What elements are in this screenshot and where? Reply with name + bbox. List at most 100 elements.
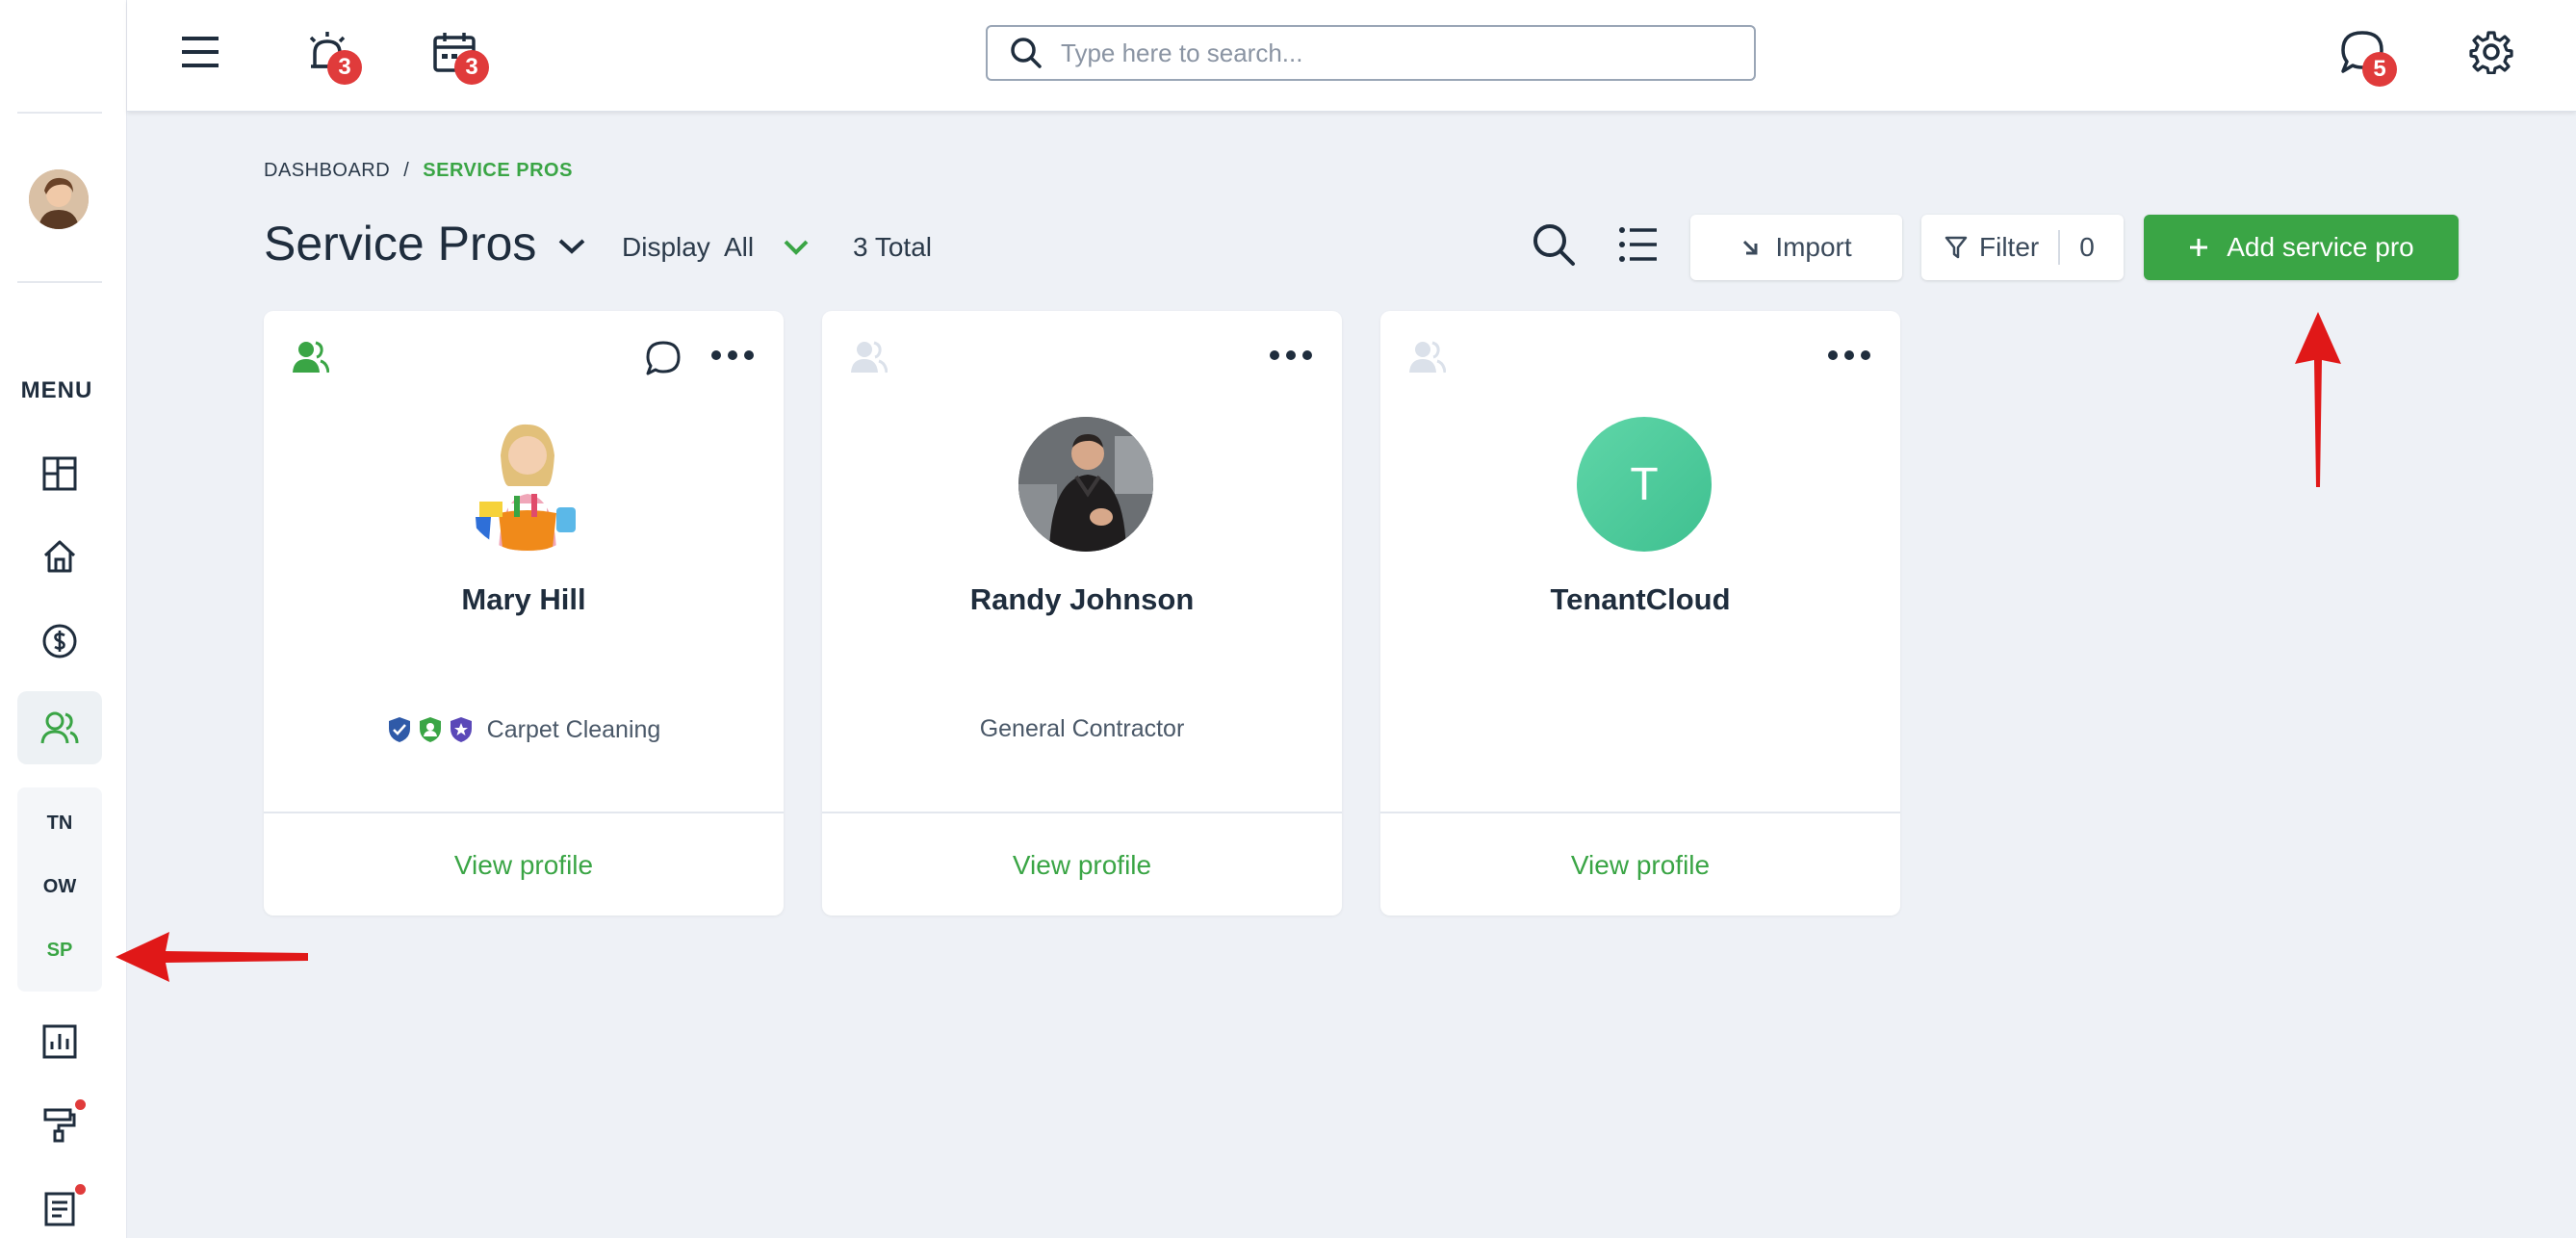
import-label: Import: [1775, 232, 1852, 262]
search-input[interactable]: [1061, 38, 1735, 68]
more-options-icon[interactable]: [710, 349, 755, 361]
filter-label: Filter: [1979, 232, 2040, 262]
display-filter-value[interactable]: All: [724, 232, 754, 263]
sidebar-divider: [17, 281, 102, 283]
service-pro-role-row: General Contractor: [822, 715, 1342, 743]
cleaner-photo: [476, 424, 576, 552]
service-pro-photo: [460, 417, 595, 552]
card-divider: [264, 812, 784, 813]
gear-icon: [2469, 31, 2513, 74]
sidebar-divider: [17, 112, 102, 114]
avatar-initial: T: [1630, 458, 1659, 510]
sidebar-item-maintenance[interactable]: [17, 1088, 102, 1161]
service-pro-name: Randy Johnson: [969, 582, 1195, 616]
sidebar-item-people[interactable]: [17, 691, 102, 764]
service-pro-category: General Contractor: [979, 715, 1185, 742]
breadcrumb: DASHBOARD / SERVICE PROS: [264, 160, 573, 182]
filter-icon: [1945, 236, 1968, 259]
view-profile-link[interactable]: View profile: [1380, 850, 1900, 881]
annotation-arrow-left: [116, 932, 308, 982]
more-options-icon[interactable]: [1269, 349, 1313, 361]
notification-dot: [75, 1184, 86, 1195]
import-button[interactable]: Import: [1690, 215, 1902, 280]
annotation-arrow-up: [2295, 312, 2341, 487]
service-pro-name: Mary Hill: [461, 582, 586, 616]
filter-divider: [2058, 230, 2061, 265]
breadcrumb-current: SERVICE PROS: [423, 160, 573, 181]
sidebar-item-accounting[interactable]: [17, 605, 102, 678]
chevron-down-icon[interactable]: [782, 233, 811, 262]
list-icon: [1619, 227, 1657, 262]
calendar-badge: 3: [454, 50, 489, 85]
topbar: 3 3 5: [127, 0, 2576, 112]
notification-dot: [75, 1099, 86, 1110]
search-toggle-button[interactable]: [1527, 218, 1581, 271]
document-icon: [44, 1192, 75, 1226]
users-icon: [40, 711, 79, 744]
avatar-photo: [29, 169, 89, 229]
chart-icon: [42, 1024, 77, 1059]
alarm-badge: 3: [327, 50, 362, 85]
service-pro-role-row: Carpet Cleaning: [264, 715, 784, 744]
display-label: Display: [622, 232, 710, 262]
insured-shield-icon: [388, 717, 410, 742]
connected-users-icon: [293, 341, 329, 374]
dashboard-icon: [42, 456, 77, 491]
more-options-icon[interactable]: [1827, 349, 1871, 361]
service-pro-category: Carpet Cleaning: [486, 715, 661, 743]
initial-avatar: T: [1577, 417, 1712, 552]
chevron-down-icon: [559, 239, 585, 254]
menu-toggle-button[interactable]: [171, 23, 229, 81]
contractor-photo: [1018, 417, 1153, 552]
total-count: 3 Total: [853, 232, 932, 262]
view-profile-link[interactable]: View profile: [822, 850, 1342, 881]
card-divider: [1380, 812, 1900, 813]
hamburger-icon: [182, 37, 219, 67]
search-box[interactable]: [986, 25, 1756, 81]
filter-button[interactable]: Filter 0: [1921, 215, 2124, 280]
view-profile-link[interactable]: View profile: [264, 850, 784, 881]
people-submenu: TN OW SP: [17, 787, 102, 992]
message-icon[interactable]: [645, 340, 682, 376]
submenu-item-tenants[interactable]: TN: [17, 812, 102, 835]
paint-roller-icon: [43, 1108, 76, 1143]
alarms-button[interactable]: 3: [298, 23, 362, 85]
sidebar: MENU TN OW SP: [0, 0, 127, 1238]
dollar-circle-icon: [42, 624, 77, 658]
page-title: Service Pros: [264, 217, 537, 271]
calendar-button[interactable]: 3: [425, 23, 489, 85]
filter-count: 0: [2079, 232, 2095, 262]
plus-icon: [2190, 239, 2208, 256]
sidebar-item-dashboard[interactable]: [17, 437, 102, 510]
submenu-item-owners[interactable]: OW: [17, 876, 102, 898]
menu-label: MENU: [20, 377, 93, 403]
user-avatar[interactable]: [29, 169, 89, 229]
service-pro-photo: [1018, 417, 1153, 552]
verified-shield-icon: [419, 717, 441, 742]
breadcrumb-dashboard[interactable]: DASHBOARD: [264, 160, 390, 182]
user-icon: [1409, 341, 1446, 374]
search-icon: [1533, 224, 1575, 266]
add-service-pro-button[interactable]: Add service pro: [2144, 215, 2459, 280]
sidebar-item-reports[interactable]: [17, 1005, 102, 1078]
messages-button[interactable]: 5: [2333, 23, 2397, 87]
page-title-dropdown[interactable]: Service Pros: [264, 216, 586, 271]
home-icon: [43, 540, 76, 573]
import-arrow-icon: [1743, 240, 1758, 255]
star-shield-icon: [450, 717, 472, 742]
user-icon: [851, 341, 888, 374]
settings-button[interactable]: [2462, 23, 2520, 81]
chat-badge: 5: [2362, 52, 2397, 87]
breadcrumb-separator: /: [403, 160, 410, 181]
card-divider: [822, 812, 1342, 813]
add-service-pro-label: Add service pro: [2227, 232, 2414, 262]
search-icon: [1011, 38, 1042, 68]
service-pro-name: TenantCloud: [1550, 582, 1731, 616]
service-pro-card: T TenantCloud View profile: [1380, 311, 1900, 916]
list-view-button[interactable]: [1611, 218, 1665, 271]
submenu-item-service-pros[interactable]: SP: [17, 940, 102, 962]
sidebar-item-properties[interactable]: [17, 520, 102, 593]
sidebar-item-documents[interactable]: [17, 1173, 102, 1238]
service-pro-card: Mary Hill Carpet Cleaning View profile: [264, 311, 784, 916]
service-pro-card: Randy Johnson General Contractor View pr…: [822, 311, 1342, 916]
